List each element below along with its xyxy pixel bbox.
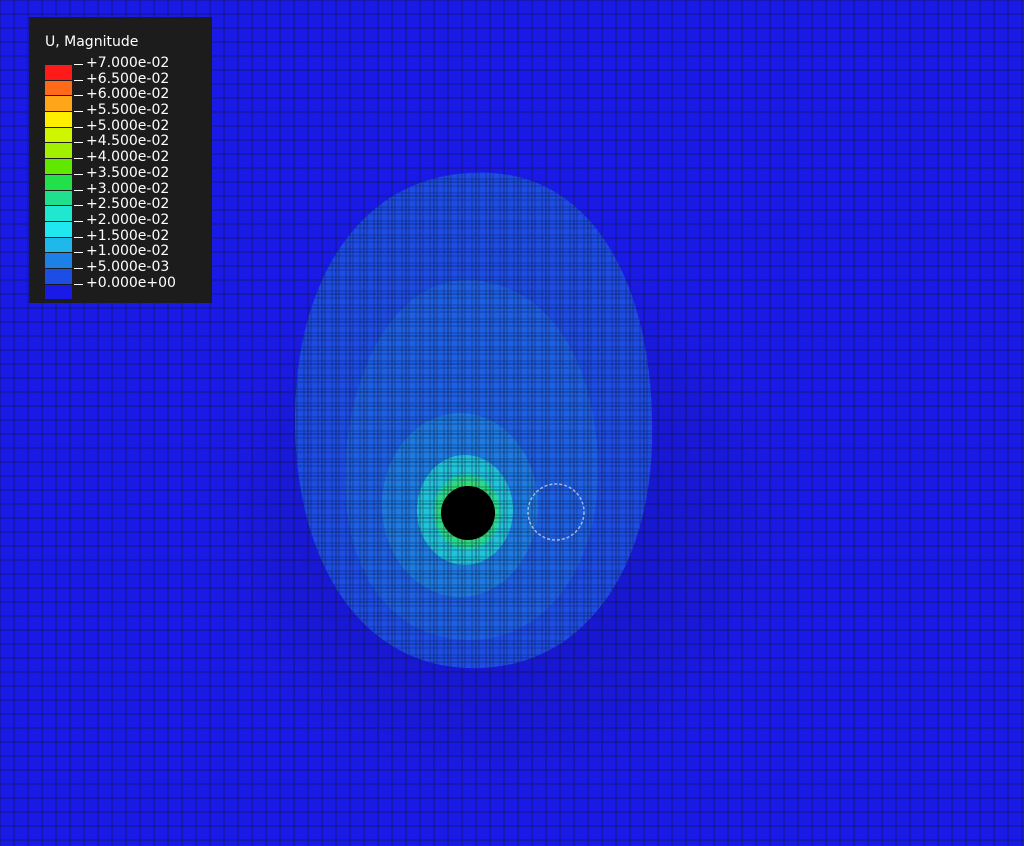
bore-hole <box>441 486 495 540</box>
legend-bin-3 <box>45 112 72 128</box>
legend-bin-2 <box>45 96 72 113</box>
legend-bin-8 <box>45 190 72 207</box>
legend-color-bins <box>45 65 72 301</box>
legend-bin-12 <box>45 253 72 269</box>
legend-bin-9 <box>45 206 72 222</box>
legend-bin-1 <box>45 80 72 97</box>
legend-label-0: +7.000e-02 <box>74 55 176 71</box>
legend-label-13: +5.000e-03 <box>74 259 176 275</box>
legend-label-1: +6.500e-02 <box>74 71 176 87</box>
legend-bin-14 <box>45 284 72 301</box>
legend-label-10: +2.000e-02 <box>74 212 176 228</box>
color-legend: U, Magnitude +7.000e-02 +6.500e-02 +6.000e… <box>29 17 212 303</box>
legend-label-8: +3.000e-02 <box>74 181 176 196</box>
contour-plot-viewport: U, Magnitude +7.000e-02 +6.500e-02 +6.000e… <box>0 0 1024 846</box>
legend-label-12: +1.000e-02 <box>74 243 176 259</box>
legend-bin-6 <box>45 159 72 175</box>
legend-title: U, Magnitude <box>45 34 139 50</box>
legend-label-11: +1.500e-02 <box>74 228 176 243</box>
legend-labels: +7.000e-02 +6.500e-02 +6.000e-02 +5.500e-02… <box>74 55 176 290</box>
legend-label-6: +4.000e-02 <box>74 149 176 165</box>
legend-bin-10 <box>45 221 72 238</box>
legend-bin-13 <box>45 268 72 285</box>
legend-label-5: +4.500e-02 <box>74 133 176 149</box>
legend-label-2: +6.000e-02 <box>74 86 176 102</box>
legend-bin-0 <box>45 65 72 81</box>
legend-bin-7 <box>45 174 72 191</box>
legend-label-7: +3.500e-02 <box>74 165 176 181</box>
legend-label-9: +2.500e-02 <box>74 196 176 212</box>
legend-label-4: +5.000e-02 <box>74 118 176 134</box>
legend-bin-5 <box>45 143 72 160</box>
legend-bin-4 <box>45 127 72 144</box>
legend-bin-11 <box>45 237 72 254</box>
legend-label-14: +0.000e+00 <box>74 275 176 290</box>
legend-label-3: +5.500e-02 <box>74 102 176 118</box>
